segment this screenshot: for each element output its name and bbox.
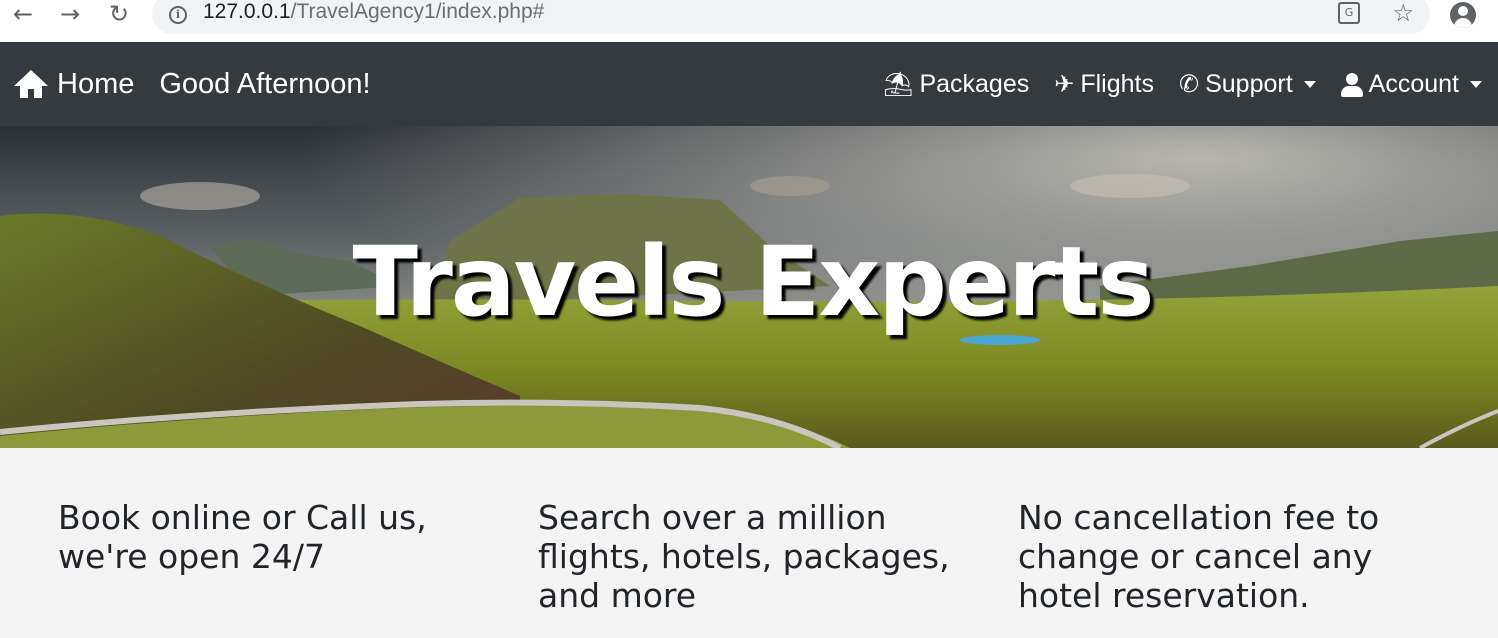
url-text[interactable]: 127.0.0.1/TravelAgency1/index.php# [203,0,544,24]
nav-home-label: Home [57,68,135,100]
forward-arrow-icon[interactable]: → [57,2,83,28]
back-arrow-icon[interactable]: ← [10,2,36,28]
umbrella-beach-icon: ⛱ [882,70,914,98]
url-host: 127.0.0.1 [203,0,291,23]
hero-banner: Travels Experts [0,126,1498,448]
nav-support-dropdown[interactable]: ✆ Support [1179,70,1316,99]
nav-account-label: Account [1368,70,1459,98]
translate-icon[interactable]: G [1338,2,1360,24]
reload-icon[interactable]: ↻ [106,2,132,28]
feature-text-cancellation: No cancellation fee to change or cancel … [1018,498,1380,615]
nav-support-label: Support [1205,70,1293,98]
site-navbar: Home Good Afternoon! ⛱ Packages ✈ Flight… [0,42,1498,126]
address-bar[interactable]: i 127.0.0.1/TravelAgency1/index.php# G ☆ [152,0,1430,34]
chevron-down-icon [1470,81,1482,88]
browser-toolbar: ← → ↻ i 127.0.0.1/TravelAgency1/index.ph… [0,0,1498,42]
nav-packages-link[interactable]: ⛱ Packages [883,70,1029,99]
greeting-text: Good Afternoon! [159,68,371,100]
site-info-icon[interactable]: i [169,6,187,24]
nav-home-link[interactable]: Home [14,68,134,101]
bookmark-star-icon[interactable]: ☆ [1392,0,1414,27]
phone-icon: ✆ [1178,70,1200,98]
hero-title: Travels Experts [352,226,1155,338]
nav-flights-label: Flights [1080,70,1154,98]
nav-flights-link[interactable]: ✈ Flights [1054,70,1154,99]
url-path: /TravelAgency1/index.php# [290,0,545,23]
chevron-down-icon [1303,81,1316,88]
plane-icon: ✈ [1054,70,1075,98]
nav-packages-label: Packages [919,70,1030,98]
feature-text-search: Search over a million flights, hotels, p… [538,498,950,615]
user-icon [1340,72,1363,97]
home-icon [14,69,48,100]
nav-account-dropdown[interactable]: Account [1340,70,1482,99]
features-section: Book online or Call us, we're open 24/7 … [0,448,1498,638]
feature-text-support: Book online or Call us, we're open 24/7 [58,498,427,576]
profile-avatar-icon[interactable] [1450,2,1476,28]
